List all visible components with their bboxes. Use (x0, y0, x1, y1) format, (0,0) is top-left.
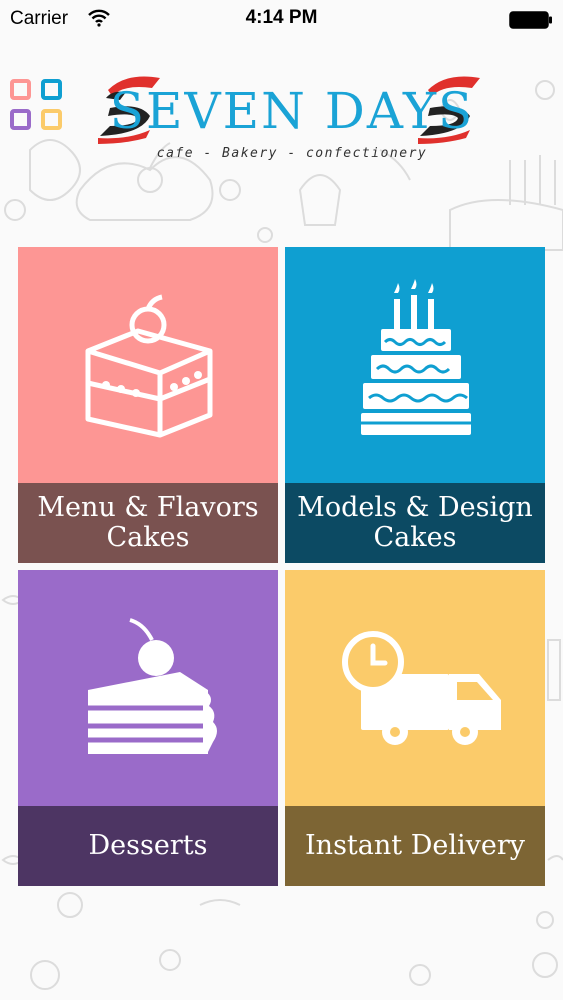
menu-flavors-cakes-tile[interactable]: Menu & Flavors Cakes (18, 247, 278, 563)
tile-label: Models & Design Cakes (285, 483, 545, 563)
tile-label-line2: Cakes (106, 522, 190, 553)
desserts-tile[interactable]: Desserts (18, 570, 278, 886)
logo-wordmark: SEVEN DAYS (110, 82, 474, 140)
status-time: 4:14 PM (245, 7, 318, 28)
tiered-birthday-cake-icon (361, 279, 471, 435)
tile-label-line1: Desserts (88, 830, 208, 861)
instant-delivery-tile[interactable]: Instant Delivery (285, 570, 545, 886)
delivery-truck-clock-icon (342, 631, 501, 745)
grid-squares-icon[interactable] (10, 79, 64, 131)
tile-label-line1: Menu & Flavors (37, 492, 259, 523)
tile-label-line2: Cakes (373, 522, 457, 553)
battery-icon (509, 11, 552, 29)
layer-cake-slice-icon (88, 618, 217, 754)
seven-days-logo: SEVEN DAYS cafe - Bakery - confectionery (96, 66, 488, 166)
cake-slice-with-cherry-icon (85, 294, 213, 438)
models-design-cakes-tile[interactable]: Models & Design Cakes (285, 247, 545, 563)
tile-label: Menu & Flavors Cakes (18, 483, 278, 563)
logo-title: SEVEN DAYS (98, 76, 480, 144)
tile-label: Desserts (18, 806, 278, 886)
status-bar: Carrier 4:14 PM (0, 0, 563, 38)
tile-label-line1: Instant Delivery (305, 830, 525, 861)
tile-label: Instant Delivery (285, 806, 545, 886)
tile-label-line1: Models & Design (297, 492, 533, 523)
logo-tagline: cafe - Bakery - confectionery (156, 146, 428, 161)
